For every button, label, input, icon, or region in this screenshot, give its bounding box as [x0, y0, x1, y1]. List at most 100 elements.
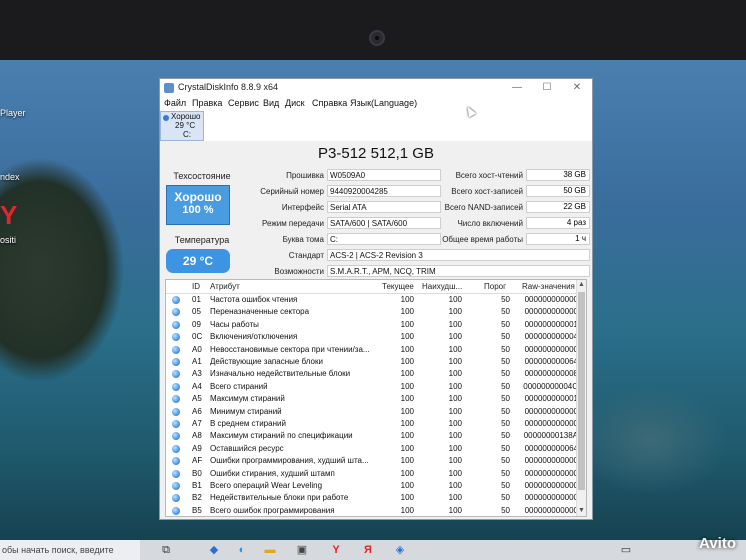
cell-raw: 000000000000 [524, 406, 578, 416]
cell-threshold: 50 [501, 357, 510, 366]
cell-current: 100 [400, 456, 414, 466]
table-row[interactable]: B5 Всего ошибок программирования 100 100 50 0… [166, 505, 578, 516]
menu-edit[interactable]: Правка [192, 98, 222, 108]
cell-current: 100 [400, 307, 414, 317]
table-row[interactable]: 0C Включения/отключения 100 100 50 0000000000… [166, 331, 578, 343]
stat-value-power-on-hours: 1 ч [526, 233, 590, 245]
cell-current: 100 [400, 419, 414, 428]
cell-attribute: Изначально недействительные блоки [210, 369, 351, 379]
explorer-icon[interactable]: ▬ [264, 544, 276, 556]
cell-id: A3 [192, 369, 202, 379]
table-row[interactable]: 09 Часы работы 100 100 50 000000000001 [166, 319, 578, 331]
store-icon[interactable]: ▣ [296, 544, 308, 556]
desktop-icon-label-yandex[interactable]: ndex [0, 172, 20, 182]
crystaldiskinfo-window: CrystalDiskInfo 8.8.9 x64 — ☐ ✕ Файл Пра… [159, 78, 593, 520]
table-row[interactable]: A4 Всего стираний 100 100 50 00000000004C [166, 381, 578, 393]
cell-threshold: 50 [501, 295, 510, 304]
status-dot-icon [172, 432, 180, 441]
tray-icon[interactable]: ▭ [620, 544, 632, 556]
menu-disk[interactable]: Диск [285, 98, 305, 108]
disk-tab-c[interactable]: Хорошо 29 °C C: [160, 111, 204, 141]
cell-id: A4 [192, 381, 202, 391]
table-row[interactable]: 05 Переназначенные сектора 100 100 50 0000000… [166, 306, 578, 318]
yandex-browser-icon[interactable]: Y [330, 544, 342, 556]
minimize-icon[interactable]: — [504, 81, 530, 95]
cell-id: A0 [192, 344, 202, 354]
col-id[interactable]: ID [192, 282, 200, 291]
disk-tab-strip [204, 111, 592, 141]
yandex-icon[interactable]: Я [362, 544, 374, 556]
menu-service[interactable]: Сервис [228, 98, 259, 108]
table-row[interactable]: A7 В среднем стираний 100 100 50 000000000000 [166, 418, 578, 430]
table-row[interactable]: 01 Частота ошибок чтения 100 100 50 000000000… [166, 294, 578, 306]
table-row[interactable]: A9 Оставшийся ресурс 100 100 50 000000000064 [166, 443, 578, 455]
cell-attribute: Всего стираний [210, 381, 268, 391]
col-current[interactable]: Текущее [382, 282, 414, 291]
table-row[interactable]: B0 Ошибки стирания, худший штамп 100 100 50 0… [166, 468, 578, 480]
menu-help[interactable]: Справка [312, 98, 347, 108]
cell-attribute: Минимум стираний [210, 406, 282, 416]
health-label: Техсостояние [173, 171, 231, 181]
table-row[interactable]: B1 Всего операций Wear Leveling 100 100 50 00… [166, 480, 578, 492]
cell-raw: 000000000000 [524, 468, 578, 478]
col-worst[interactable]: Наихудш... [422, 282, 462, 291]
table-row[interactable]: A6 Минимум стираний 100 100 50 000000000000 [166, 406, 578, 418]
menu-language[interactable]: Язык(Language) [350, 98, 417, 108]
cell-worst: 100 [448, 481, 462, 490]
taskbar-search[interactable]: обы начать поиск, введите [0, 540, 140, 560]
cell-id: A9 [192, 443, 202, 453]
col-raw[interactable]: Raw-значения [522, 282, 575, 291]
scroll-down-icon[interactable]: ▼ [577, 506, 586, 515]
cell-id: 01 [192, 295, 201, 304]
status-dot-icon [172, 370, 180, 379]
cell-attribute: Частота ошибок чтения [210, 295, 298, 304]
close-icon[interactable]: ✕ [564, 81, 590, 95]
menu-view[interactable]: Вид [263, 98, 279, 108]
desktop-icon-label-player[interactable]: Player [0, 108, 26, 118]
cell-current: 100 [400, 319, 414, 329]
yandex-icon[interactable]: Y [0, 200, 17, 230]
table-row[interactable]: A8 Максимум стираний по спецификации 100 10… [166, 430, 578, 442]
col-attribute[interactable]: Атрибут [210, 282, 240, 291]
table-scrollbar[interactable]: ▲ ▼ [576, 280, 586, 516]
cell-threshold: 50 [501, 332, 510, 342]
table-row[interactable]: A5 Максимум стираний 100 100 50 000000000001 [166, 393, 578, 405]
desktop-icon-label-repository[interactable]: ositi [0, 235, 16, 245]
temperature-badge[interactable]: 29 °C [166, 249, 230, 273]
cell-worst: 100 [448, 443, 462, 453]
health-status-badge[interactable]: Хорошо 100 % [166, 185, 230, 225]
edge-icon[interactable]: ◐ [236, 544, 248, 556]
info-label-standard: Стандарт [288, 251, 324, 260]
cell-threshold: 50 [501, 406, 510, 416]
cell-attribute: Максимум стираний по спецификации [210, 431, 353, 441]
table-row[interactable]: AF Ошибки программирования, худший шта...… [166, 455, 578, 467]
menu-file[interactable]: Файл [164, 98, 186, 108]
crystaldiskinfo-taskbar-icon[interactable]: ◈ [394, 544, 406, 556]
cell-current: 100 [400, 357, 414, 366]
scrollbar-thumb[interactable] [578, 292, 585, 490]
title-bar[interactable]: CrystalDiskInfo 8.8.9 x64 — ☐ ✕ [160, 79, 592, 97]
cell-attribute: Ошибки программирования, худший шта... [210, 456, 369, 466]
smart-attributes-table[interactable]: ID Атрибут Текущее Наихудш... Порог Raw-… [165, 279, 587, 517]
laptop-bezel [0, 0, 746, 66]
cell-raw: 000000000000 [524, 295, 578, 304]
task-view-icon[interactable]: ⧉ [160, 544, 172, 556]
widgets-icon[interactable]: ◆ [208, 544, 220, 556]
cell-attribute: Действующие запасные блоки [210, 357, 323, 366]
table-row[interactable]: A1 Действующие запасные блоки 100 100 50 0000… [166, 356, 578, 368]
cell-worst: 100 [448, 295, 462, 304]
table-row[interactable]: A3 Изначально недействительные блоки 100 10… [166, 368, 578, 380]
scroll-up-icon[interactable]: ▲ [577, 280, 586, 289]
table-row[interactable]: A0 Невосстановимые сектора при чтении/за.… [166, 344, 578, 356]
cell-current: 100 [400, 431, 414, 441]
cell-attribute: Включения/отключения [210, 332, 298, 342]
cell-current: 100 [400, 443, 414, 453]
table-row[interactable]: B2 Недействительные блоки при работе 100 10… [166, 492, 578, 504]
app-icon [164, 83, 174, 93]
maximize-icon[interactable]: ☐ [534, 81, 560, 95]
col-threshold[interactable]: Порог [484, 282, 506, 291]
status-dot-icon [172, 333, 180, 342]
cell-id: 0C [192, 332, 203, 342]
disk-model-title: P3-512 512,1 GB [318, 145, 434, 162]
cell-raw: 000000000000 [524, 344, 578, 354]
